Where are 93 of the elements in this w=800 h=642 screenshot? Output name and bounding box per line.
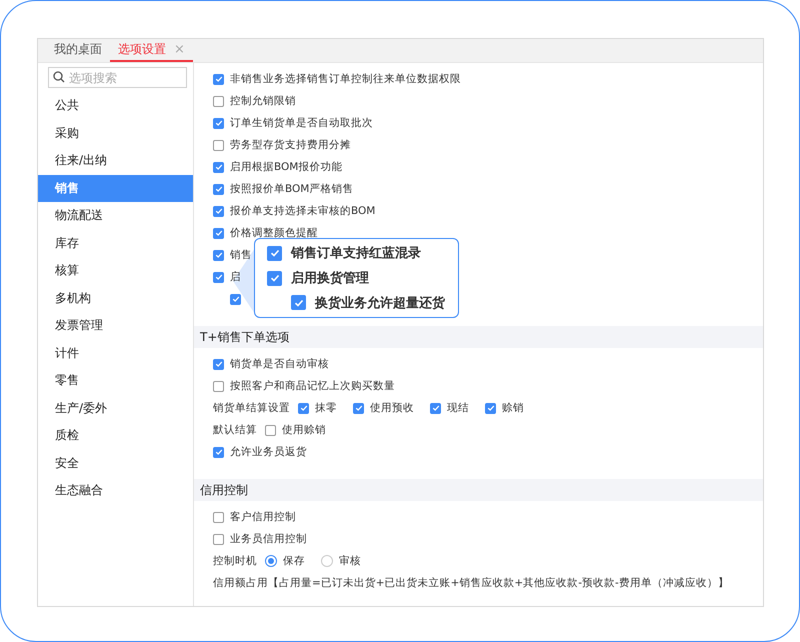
- checkbox[interactable]: [213, 272, 224, 282]
- option-label: 按照报价单BOM严格销售: [230, 182, 354, 196]
- checkbox[interactable]: [230, 294, 241, 304]
- check-icon: [270, 273, 280, 283]
- check-icon: [214, 207, 222, 215]
- option-label: 按照客户和商品记忆上次购买数量: [230, 379, 395, 393]
- option-label: 启: [230, 270, 241, 284]
- radio-button[interactable]: [321, 555, 333, 567]
- sidebar-item[interactable]: 生态融合: [38, 477, 193, 504]
- checkbox[interactable]: [213, 74, 224, 84]
- sidebar-item[interactable]: 往来/出纳: [38, 147, 193, 174]
- search-icon: [53, 71, 65, 83]
- setting-label: 默认结算: [213, 423, 257, 437]
- check-icon: [214, 75, 222, 83]
- check-icon: [232, 295, 240, 303]
- check-icon: [432, 404, 440, 412]
- checkbox[interactable]: [213, 96, 224, 106]
- option-label: 现结: [447, 401, 469, 415]
- checkbox[interactable]: [213, 358, 224, 370]
- tab[interactable]: 我的桌面: [46, 39, 110, 62]
- checkbox[interactable]: [213, 162, 224, 172]
- option-label: 价格调整颜色提醒: [230, 226, 318, 240]
- check-icon: [214, 229, 222, 237]
- option-label: 控制允销限销: [230, 94, 296, 108]
- sidebar-item[interactable]: 公共: [38, 92, 193, 120]
- option-label: 换货业务允许超量还货: [315, 294, 445, 312]
- search-field[interactable]: 选项搜索: [48, 67, 187, 88]
- checkbox[interactable]: [213, 184, 224, 194]
- option-label: 启用根据BOM报价功能: [230, 160, 342, 174]
- sidebar-item[interactable]: 核算: [38, 257, 193, 284]
- option-label: 业务员信用控制: [230, 532, 307, 546]
- check-icon: [214, 251, 222, 259]
- option-label: 报价单支持选择未审核的BOM: [230, 204, 376, 218]
- option-label: 赊销: [502, 401, 524, 415]
- sidebar-item[interactable]: 采购: [38, 120, 193, 147]
- setting-label: 信用额占用【占用量=已订未出货+已出货未立账+销售应收款+其他应收款-预收款-费用单（冲减应收）】: [213, 576, 729, 590]
- option-label: 允许业务员返货: [230, 445, 307, 459]
- check-icon: [214, 360, 222, 368]
- checkbox[interactable]: [267, 270, 282, 286]
- checkbox[interactable]: [213, 118, 224, 128]
- check-icon: [214, 273, 222, 281]
- sidebar-item[interactable]: 质检: [38, 422, 193, 450]
- check-icon: [214, 185, 222, 193]
- checkbox[interactable]: [213, 206, 224, 216]
- checkbox[interactable]: [267, 246, 282, 261]
- option-label: 劳务型存货支持费用分摊: [230, 138, 351, 152]
- option-label: 销售订单支持红蓝混录: [291, 245, 421, 262]
- checkbox[interactable]: [213, 140, 224, 150]
- sidebar-item[interactable]: 零售: [38, 367, 193, 394]
- checkbox[interactable]: [213, 446, 224, 458]
- section-header: 信用控制: [194, 479, 763, 501]
- option-label: 销售: [230, 248, 252, 262]
- option-label: 保存: [283, 554, 305, 568]
- setting-label: 销货单结算设置: [213, 401, 290, 415]
- check-icon: [214, 163, 222, 171]
- check-icon: [354, 404, 362, 412]
- checkbox[interactable]: [291, 295, 306, 310]
- checkbox[interactable]: [430, 402, 441, 414]
- sidebar-item[interactable]: 计件: [38, 340, 193, 367]
- option-label: 使用预收: [370, 401, 414, 415]
- sidebar-item[interactable]: 库存: [38, 230, 193, 257]
- checkbox[interactable]: [213, 534, 224, 544]
- sidebar-item[interactable]: 发票管理: [38, 312, 193, 340]
- section-header: T+销售下单选项: [194, 326, 763, 348]
- checkbox[interactable]: [213, 512, 224, 522]
- check-icon: [300, 404, 308, 412]
- checkbox[interactable]: [213, 250, 224, 260]
- check-icon: [214, 448, 222, 456]
- check-icon: [270, 248, 280, 258]
- option-label: 使用赊销: [282, 423, 326, 437]
- checkbox[interactable]: [265, 424, 276, 436]
- option-label: 审核: [339, 554, 361, 568]
- radio-button[interactable]: [265, 555, 277, 567]
- option-label: 销货单是否自动审核: [230, 357, 329, 371]
- checkbox[interactable]: [353, 402, 364, 414]
- sidebar-item[interactable]: 多机构: [38, 284, 193, 312]
- sidebar-item[interactable]: 安全: [38, 450, 193, 477]
- sidebar-item[interactable]: 生产/委外: [38, 394, 193, 422]
- checkbox[interactable]: [213, 228, 224, 238]
- checkbox[interactable]: [213, 380, 224, 392]
- sidebar-item[interactable]: 物流配送: [38, 202, 193, 230]
- tab[interactable]: 选项设置 ×: [110, 39, 193, 62]
- check-icon: [294, 298, 304, 308]
- option-label: 客户信用控制: [230, 510, 296, 524]
- checkbox[interactable]: [485, 402, 496, 414]
- option-label: 抹零: [315, 401, 337, 415]
- check-icon: [486, 404, 494, 412]
- checkbox[interactable]: [298, 402, 309, 414]
- option-label: 订单生销货单是否自动取批次: [230, 116, 373, 130]
- option-label: 启用换货管理: [291, 270, 369, 287]
- option-label: 非销售业务选择销售订单控制往来单位数据权限: [230, 72, 461, 86]
- check-icon: [214, 119, 222, 127]
- setting-label: 控制时机: [213, 554, 257, 568]
